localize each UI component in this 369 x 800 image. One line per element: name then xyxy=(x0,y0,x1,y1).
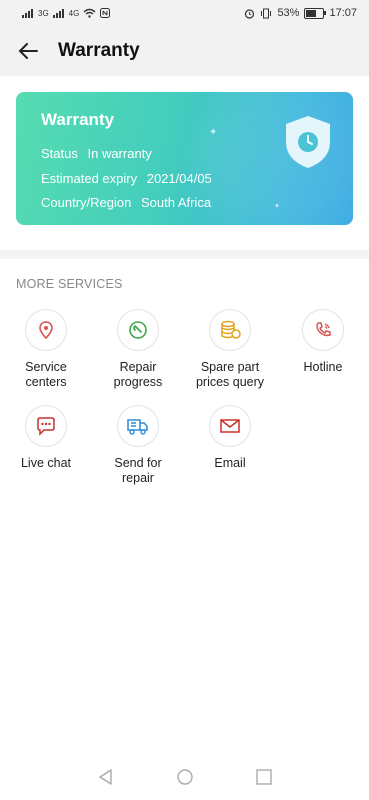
hotline-button[interactable]: Hotline xyxy=(277,309,369,375)
signal-icon-2 xyxy=(52,8,65,18)
clock-time: 17:07 xyxy=(329,7,357,19)
service-icon-circle xyxy=(117,309,159,351)
battery-percent: 53% xyxy=(277,7,300,19)
nav-back-icon[interactable] xyxy=(97,768,115,786)
envelope-icon xyxy=(220,419,240,433)
service-icon-circle xyxy=(209,405,251,447)
send-for-repair-button[interactable]: Send for repair xyxy=(92,405,184,486)
service-label: Repair progress xyxy=(113,360,163,389)
phone-icon xyxy=(316,322,331,337)
service-label: Spare part prices query xyxy=(195,360,265,389)
sparkle-icon: ✦ xyxy=(209,127,218,138)
sparkle-icon-small: ✦ xyxy=(274,203,280,210)
warranty-card: ✦ ✦ Warranty Status In warranty Estimate… xyxy=(16,92,353,225)
section-divider xyxy=(0,250,369,259)
nfc-icon xyxy=(100,8,111,18)
service-icon-circle xyxy=(117,405,159,447)
alarm-icon xyxy=(245,8,255,19)
status-bar: 3G 4G 53% 17:07 xyxy=(0,0,369,26)
repair-progress-button[interactable]: Repair progress xyxy=(92,309,184,390)
page-title: Warranty xyxy=(58,40,140,61)
nav-home-icon[interactable] xyxy=(176,768,194,786)
vibrate-icon xyxy=(261,8,272,18)
app-header: Warranty xyxy=(0,26,369,76)
expiry-value: 2021/04/05 xyxy=(146,171,212,186)
battery-icon xyxy=(304,7,327,19)
system-nav-bar xyxy=(0,752,369,800)
service-label: Hotline xyxy=(303,360,343,374)
expiry-label: Estimated expiry xyxy=(41,171,138,186)
service-label: Send for repair xyxy=(114,456,162,485)
status-right: 53% 17:07 xyxy=(244,7,357,19)
status-left: 3G 4G xyxy=(22,8,111,18)
service-icon-circle xyxy=(302,309,344,351)
status-value: In warranty xyxy=(87,146,152,161)
service-icon-circle xyxy=(209,309,251,351)
region-row: Country/Region South Africa xyxy=(41,195,211,210)
email-button[interactable]: Email xyxy=(184,405,276,471)
chat-bubble-icon xyxy=(37,417,55,436)
status-row: Status In warranty xyxy=(41,146,152,161)
live-chat-button[interactable]: Live chat xyxy=(0,405,92,471)
signal-icon xyxy=(22,8,34,18)
shield-clock-icon xyxy=(286,116,330,168)
service-label: Service centers xyxy=(25,360,67,389)
service-label: Live chat xyxy=(20,456,72,470)
expiry-row: Estimated expiry 2021/04/05 xyxy=(41,171,212,186)
delivery-truck-icon xyxy=(127,419,148,435)
service-icon-circle xyxy=(25,309,67,351)
wrench-icon xyxy=(129,321,147,339)
more-services-title: MORE SERVICES xyxy=(16,277,123,291)
wifi-icon xyxy=(83,8,96,18)
network-type-3g: 3G xyxy=(38,8,49,18)
service-centers-button[interactable]: Service centers xyxy=(0,309,92,390)
network-type-4g: 4G xyxy=(68,8,80,18)
service-icon-circle xyxy=(25,405,67,447)
coins-icon xyxy=(221,320,241,339)
region-value: South Africa xyxy=(140,195,212,210)
spare-part-prices-button[interactable]: Spare part prices query xyxy=(184,309,276,390)
region-label: Country/Region xyxy=(41,195,132,210)
card-title: Warranty xyxy=(41,110,115,129)
location-pin-icon xyxy=(39,321,53,340)
back-arrow-icon[interactable] xyxy=(16,39,40,63)
status-label: Status xyxy=(41,146,78,161)
nav-recents-icon[interactable] xyxy=(255,768,273,786)
service-label: Email xyxy=(214,456,246,470)
